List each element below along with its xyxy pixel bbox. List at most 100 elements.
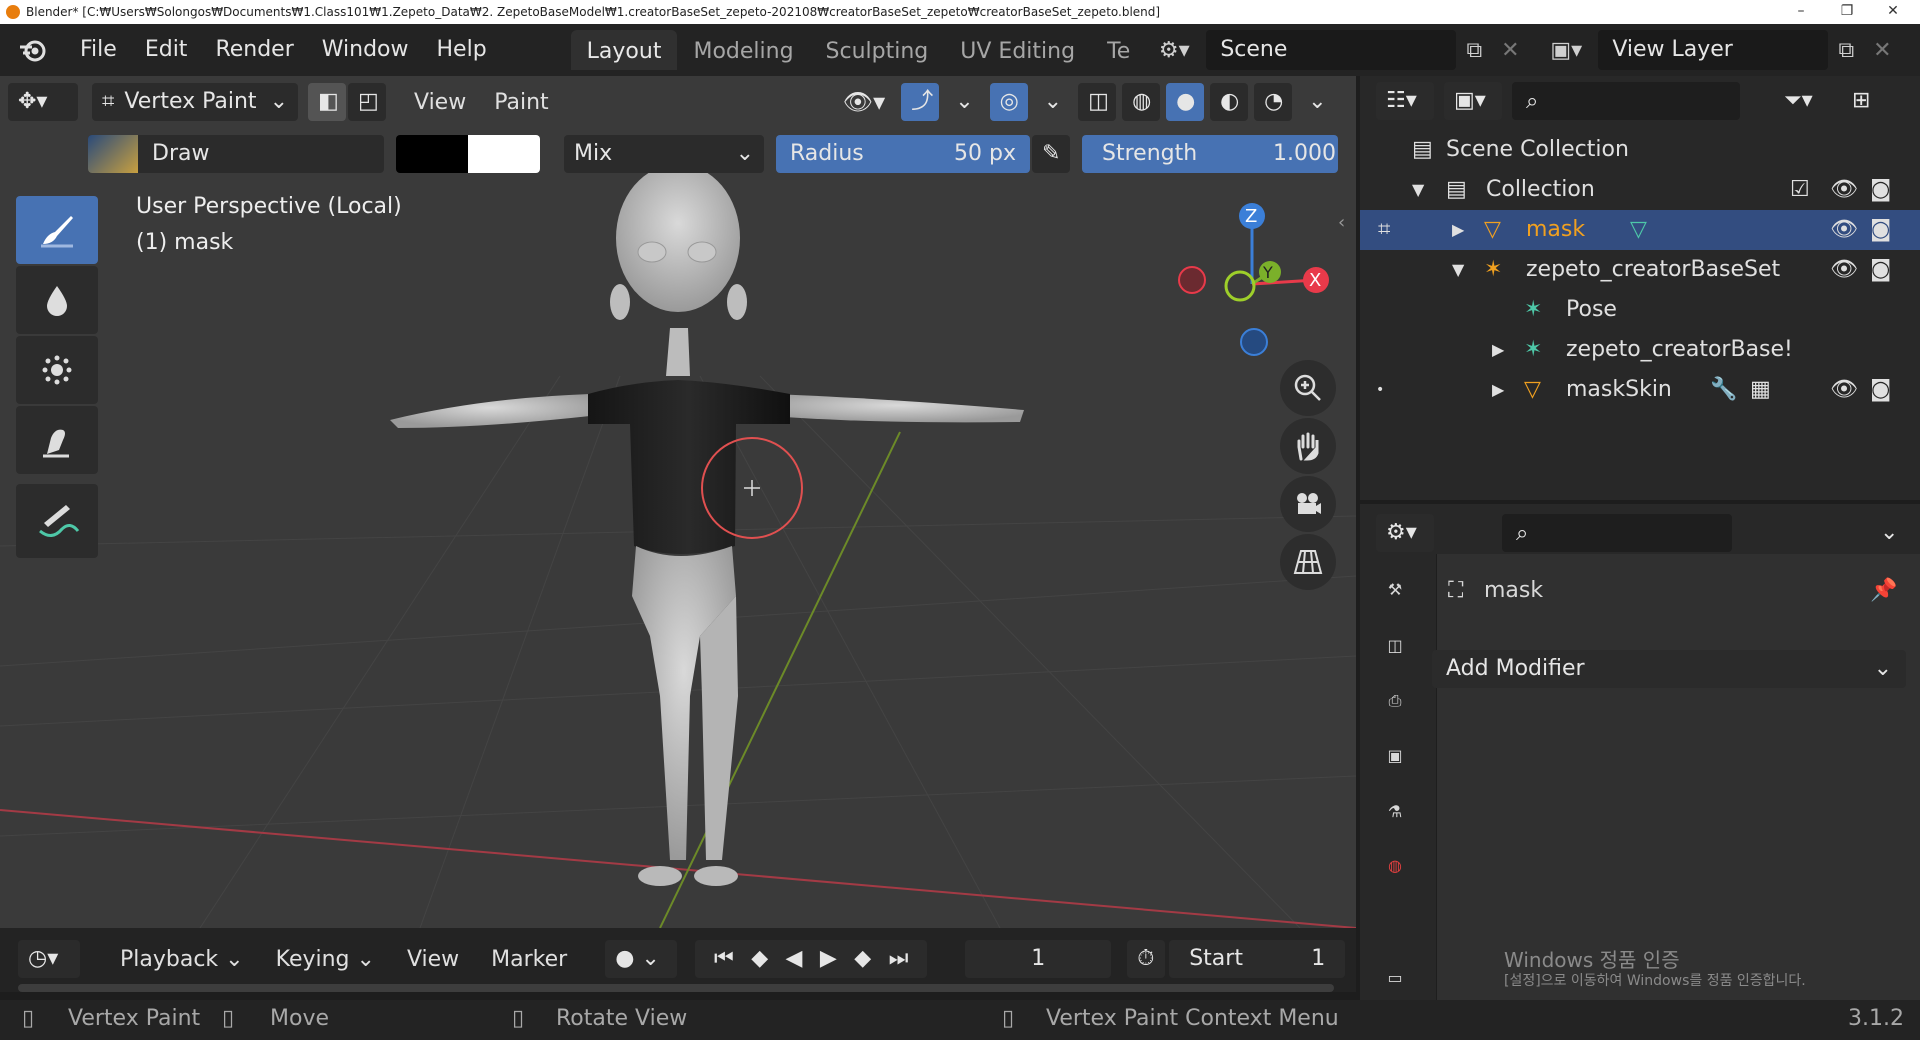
visibility-icon[interactable]: 👁▾ (833, 83, 896, 121)
material-shading-icon[interactable]: ◐ (1210, 83, 1249, 121)
editor-type-icon[interactable]: ✥▾ (8, 83, 78, 121)
scene-field[interactable]: Scene (1206, 30, 1457, 70)
secondary-color-swatch[interactable] (468, 135, 540, 173)
menu-render[interactable]: Render (201, 30, 307, 70)
zoom-icon[interactable] (1280, 360, 1336, 416)
outliner-row-armature-data[interactable]: ▶ ✶ zepeto_creatorBase! (1360, 330, 1920, 370)
expand-arrow-icon[interactable]: ▶ (1492, 370, 1504, 410)
new-view-layer-icon[interactable]: ⧉ (1828, 32, 1864, 68)
gizmo-chevron-icon[interactable]: ⌄ (945, 83, 983, 121)
expand-arrow-icon[interactable]: ▶ (1492, 330, 1504, 370)
gizmo-toggle-icon[interactable]: ⤴ (901, 83, 940, 121)
world-tab-icon[interactable]: ◍ (1370, 840, 1420, 890)
eye-icon[interactable]: 👁 (1830, 210, 1858, 250)
eye-icon[interactable]: 👁 (1830, 250, 1858, 290)
tab-layout[interactable]: Layout (570, 30, 678, 70)
xray-toggle-icon[interactable]: ◫ (1078, 83, 1117, 121)
timeline-view-menu[interactable]: View (393, 947, 473, 972)
tab-texture-paint[interactable]: Te (1091, 30, 1138, 70)
current-frame-field[interactable]: 1 (965, 940, 1112, 978)
pan-hand-icon[interactable] (1280, 418, 1336, 474)
average-icon[interactable] (16, 336, 98, 404)
outliner-row-scene-collection[interactable]: ▤ Scene Collection (1360, 130, 1920, 170)
draw-brush-icon[interactable] (16, 196, 98, 264)
wireframe-shading-icon[interactable]: ◍ (1122, 83, 1161, 121)
shading-chevron-icon[interactable]: ⌄ (1298, 83, 1336, 121)
face-mask-icon[interactable]: ◧ (308, 83, 346, 121)
output-tab-icon[interactable]: ⎙ (1370, 676, 1420, 726)
restore-button[interactable]: ❐ (1824, 0, 1870, 24)
outliner-row-pose[interactable]: ✶ Pose (1360, 290, 1920, 330)
expand-arrow-icon[interactable]: ▼ (1412, 170, 1424, 210)
blender-menu-icon[interactable] (0, 35, 66, 65)
playback-menu[interactable]: Playback ⌄ (106, 947, 258, 972)
vertex-mask-icon[interactable]: ◰ (348, 83, 386, 121)
brush-selector[interactable]: Draw (88, 135, 384, 173)
eye-icon[interactable]: 👁 (1830, 370, 1858, 410)
smear-finger-icon[interactable] (16, 406, 98, 474)
scene-type-icon[interactable]: ⚙▾ (1146, 32, 1202, 68)
properties-editor-type-icon[interactable]: ⚙▾ (1376, 514, 1434, 552)
blend-mode-dropdown[interactable]: Mix ⌄ (564, 135, 764, 173)
outliner-row-collection[interactable]: ▼ ▤ Collection ☑ 👁 ◙ (1360, 170, 1920, 210)
tab-uv-editing[interactable]: UV Editing (944, 30, 1091, 70)
properties-search-input[interactable]: ⌕ (1502, 514, 1732, 552)
view-layer-field[interactable]: View Layer (1598, 30, 1829, 70)
outliner-row-mask[interactable]: ⌗ ▶ ▽ mask ▽ 👁 ◙ (1360, 210, 1920, 250)
timeline-scrollbar[interactable] (18, 984, 1334, 992)
jump-end-icon[interactable]: ⏭ (889, 940, 909, 978)
camera-icon[interactable]: ◙ (1870, 170, 1891, 210)
menu-paint[interactable]: Paint (480, 90, 562, 115)
tab-sculpting[interactable]: Sculpting (810, 30, 945, 70)
collection-tab-icon[interactable]: ▭ (1370, 952, 1420, 1002)
overlay-chevron-icon[interactable]: ⌄ (1034, 83, 1072, 121)
scene-tab-icon[interactable]: ⚗ (1370, 786, 1420, 836)
stopwatch-icon[interactable]: ⏱ (1127, 940, 1166, 978)
3d-viewport[interactable]: Z X Y User Perspective (Local) (1) mask … (0, 76, 1356, 928)
sidebar-toggle-icon[interactable]: ‹ (1338, 212, 1345, 233)
annotate-icon[interactable] (16, 484, 98, 558)
blur-drop-icon[interactable] (16, 266, 98, 334)
render-tab-icon[interactable]: ◫ (1370, 620, 1420, 670)
delete-view-layer-icon[interactable]: ✕ (1864, 32, 1900, 68)
timeline-editor-type-icon[interactable]: ◷▾ (18, 940, 80, 978)
perspective-toggle-icon[interactable] (1280, 534, 1336, 590)
menu-help[interactable]: Help (423, 30, 501, 70)
add-modifier-dropdown[interactable]: Add Modifier ⌄ (1432, 650, 1906, 688)
delete-scene-icon[interactable]: ✕ (1492, 32, 1528, 68)
marker-menu[interactable]: Marker (477, 947, 581, 972)
view-layer-type-icon[interactable]: ▣▾ (1538, 32, 1594, 68)
pressure-pen-icon[interactable]: ✎ (1032, 135, 1070, 173)
expand-arrow-icon[interactable]: ▶ (1452, 210, 1464, 250)
expand-arrow-icon[interactable]: ▼ (1452, 250, 1464, 290)
menu-window[interactable]: Window (308, 30, 423, 70)
radius-slider[interactable]: Radius 50 px (776, 135, 1030, 173)
minimize-button[interactable]: – (1778, 0, 1824, 24)
close-window-button[interactable]: ✕ (1870, 0, 1916, 24)
menu-view[interactable]: View (400, 90, 480, 115)
display-mode-icon[interactable]: ▣▾ (1444, 82, 1502, 120)
tool-tab-icon[interactable]: ⚒ (1370, 564, 1420, 614)
next-keyframe-icon[interactable]: ◆ (854, 940, 871, 978)
options-chevron-icon[interactable]: ⌄ (1870, 514, 1908, 552)
tab-modeling[interactable]: Modeling (677, 30, 809, 70)
new-scene-icon[interactable]: ⧉ (1456, 32, 1492, 68)
view-layer-tab-icon[interactable]: ▣ (1370, 730, 1420, 780)
start-frame-field[interactable]: Start 1 (1169, 940, 1346, 978)
jump-start-icon[interactable]: ⏮ (714, 940, 734, 978)
outliner-row-armature[interactable]: ▼ ✶ zepeto_creatorBaseSet 👁 ◙ (1360, 250, 1920, 290)
camera-icon[interactable]: ◙ (1870, 250, 1891, 290)
mode-dropdown[interactable]: ⌗ Vertex Paint ⌄ (92, 83, 298, 121)
camera-view-icon[interactable] (1280, 476, 1336, 532)
camera-icon[interactable]: ◙ (1870, 370, 1891, 410)
keying-menu[interactable]: Keying ⌄ (262, 947, 389, 972)
rendered-shading-icon[interactable]: ◔ (1254, 83, 1293, 121)
prev-keyframe-icon[interactable]: ◆ (751, 940, 768, 978)
play-reverse-icon[interactable]: ◀ (786, 940, 803, 978)
outliner-row-maskskin[interactable]: • ▶ ▽ maskSkin 🔧 ▦ 👁 ◙ (1360, 370, 1920, 410)
checkbox-icon[interactable]: ☑ (1790, 170, 1810, 210)
menu-edit[interactable]: Edit (131, 30, 202, 70)
filter-icon[interactable]: ⏷▾ (1774, 82, 1832, 120)
strength-slider[interactable]: Strength 1.000 (1082, 135, 1338, 173)
solid-shading-icon[interactable]: ● (1166, 83, 1205, 121)
